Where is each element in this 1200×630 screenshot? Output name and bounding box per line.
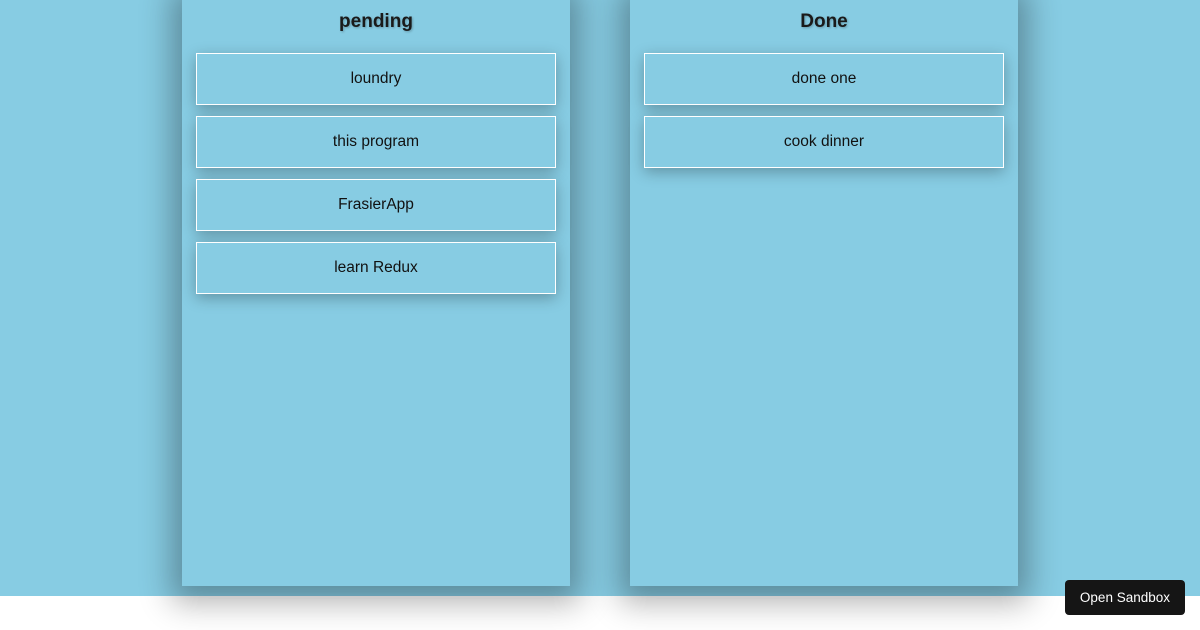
column-title: pending <box>339 11 413 33</box>
card[interactable]: done one <box>644 53 1004 105</box>
card-label: cook dinner <box>784 133 864 151</box>
column-done[interactable]: Done done one cook dinner <box>630 0 1018 586</box>
open-sandbox-button[interactable]: Open Sandbox <box>1065 580 1185 615</box>
card[interactable]: learn Redux <box>196 242 556 294</box>
card[interactable]: this program <box>196 116 556 168</box>
card-label: done one <box>792 70 857 88</box>
open-sandbox-label: Open Sandbox <box>1080 590 1170 605</box>
card-label: this program <box>333 133 419 151</box>
card-label: loundry <box>351 70 402 88</box>
board: pending loundry this program FrasierApp … <box>0 0 1200 586</box>
card[interactable]: FrasierApp <box>196 179 556 231</box>
card-label: learn Redux <box>334 259 418 277</box>
card[interactable]: cook dinner <box>644 116 1004 168</box>
card-label: FrasierApp <box>338 196 414 214</box>
column-pending[interactable]: pending loundry this program FrasierApp … <box>182 0 570 586</box>
card[interactable]: loundry <box>196 53 556 105</box>
column-title: Done <box>800 11 848 33</box>
